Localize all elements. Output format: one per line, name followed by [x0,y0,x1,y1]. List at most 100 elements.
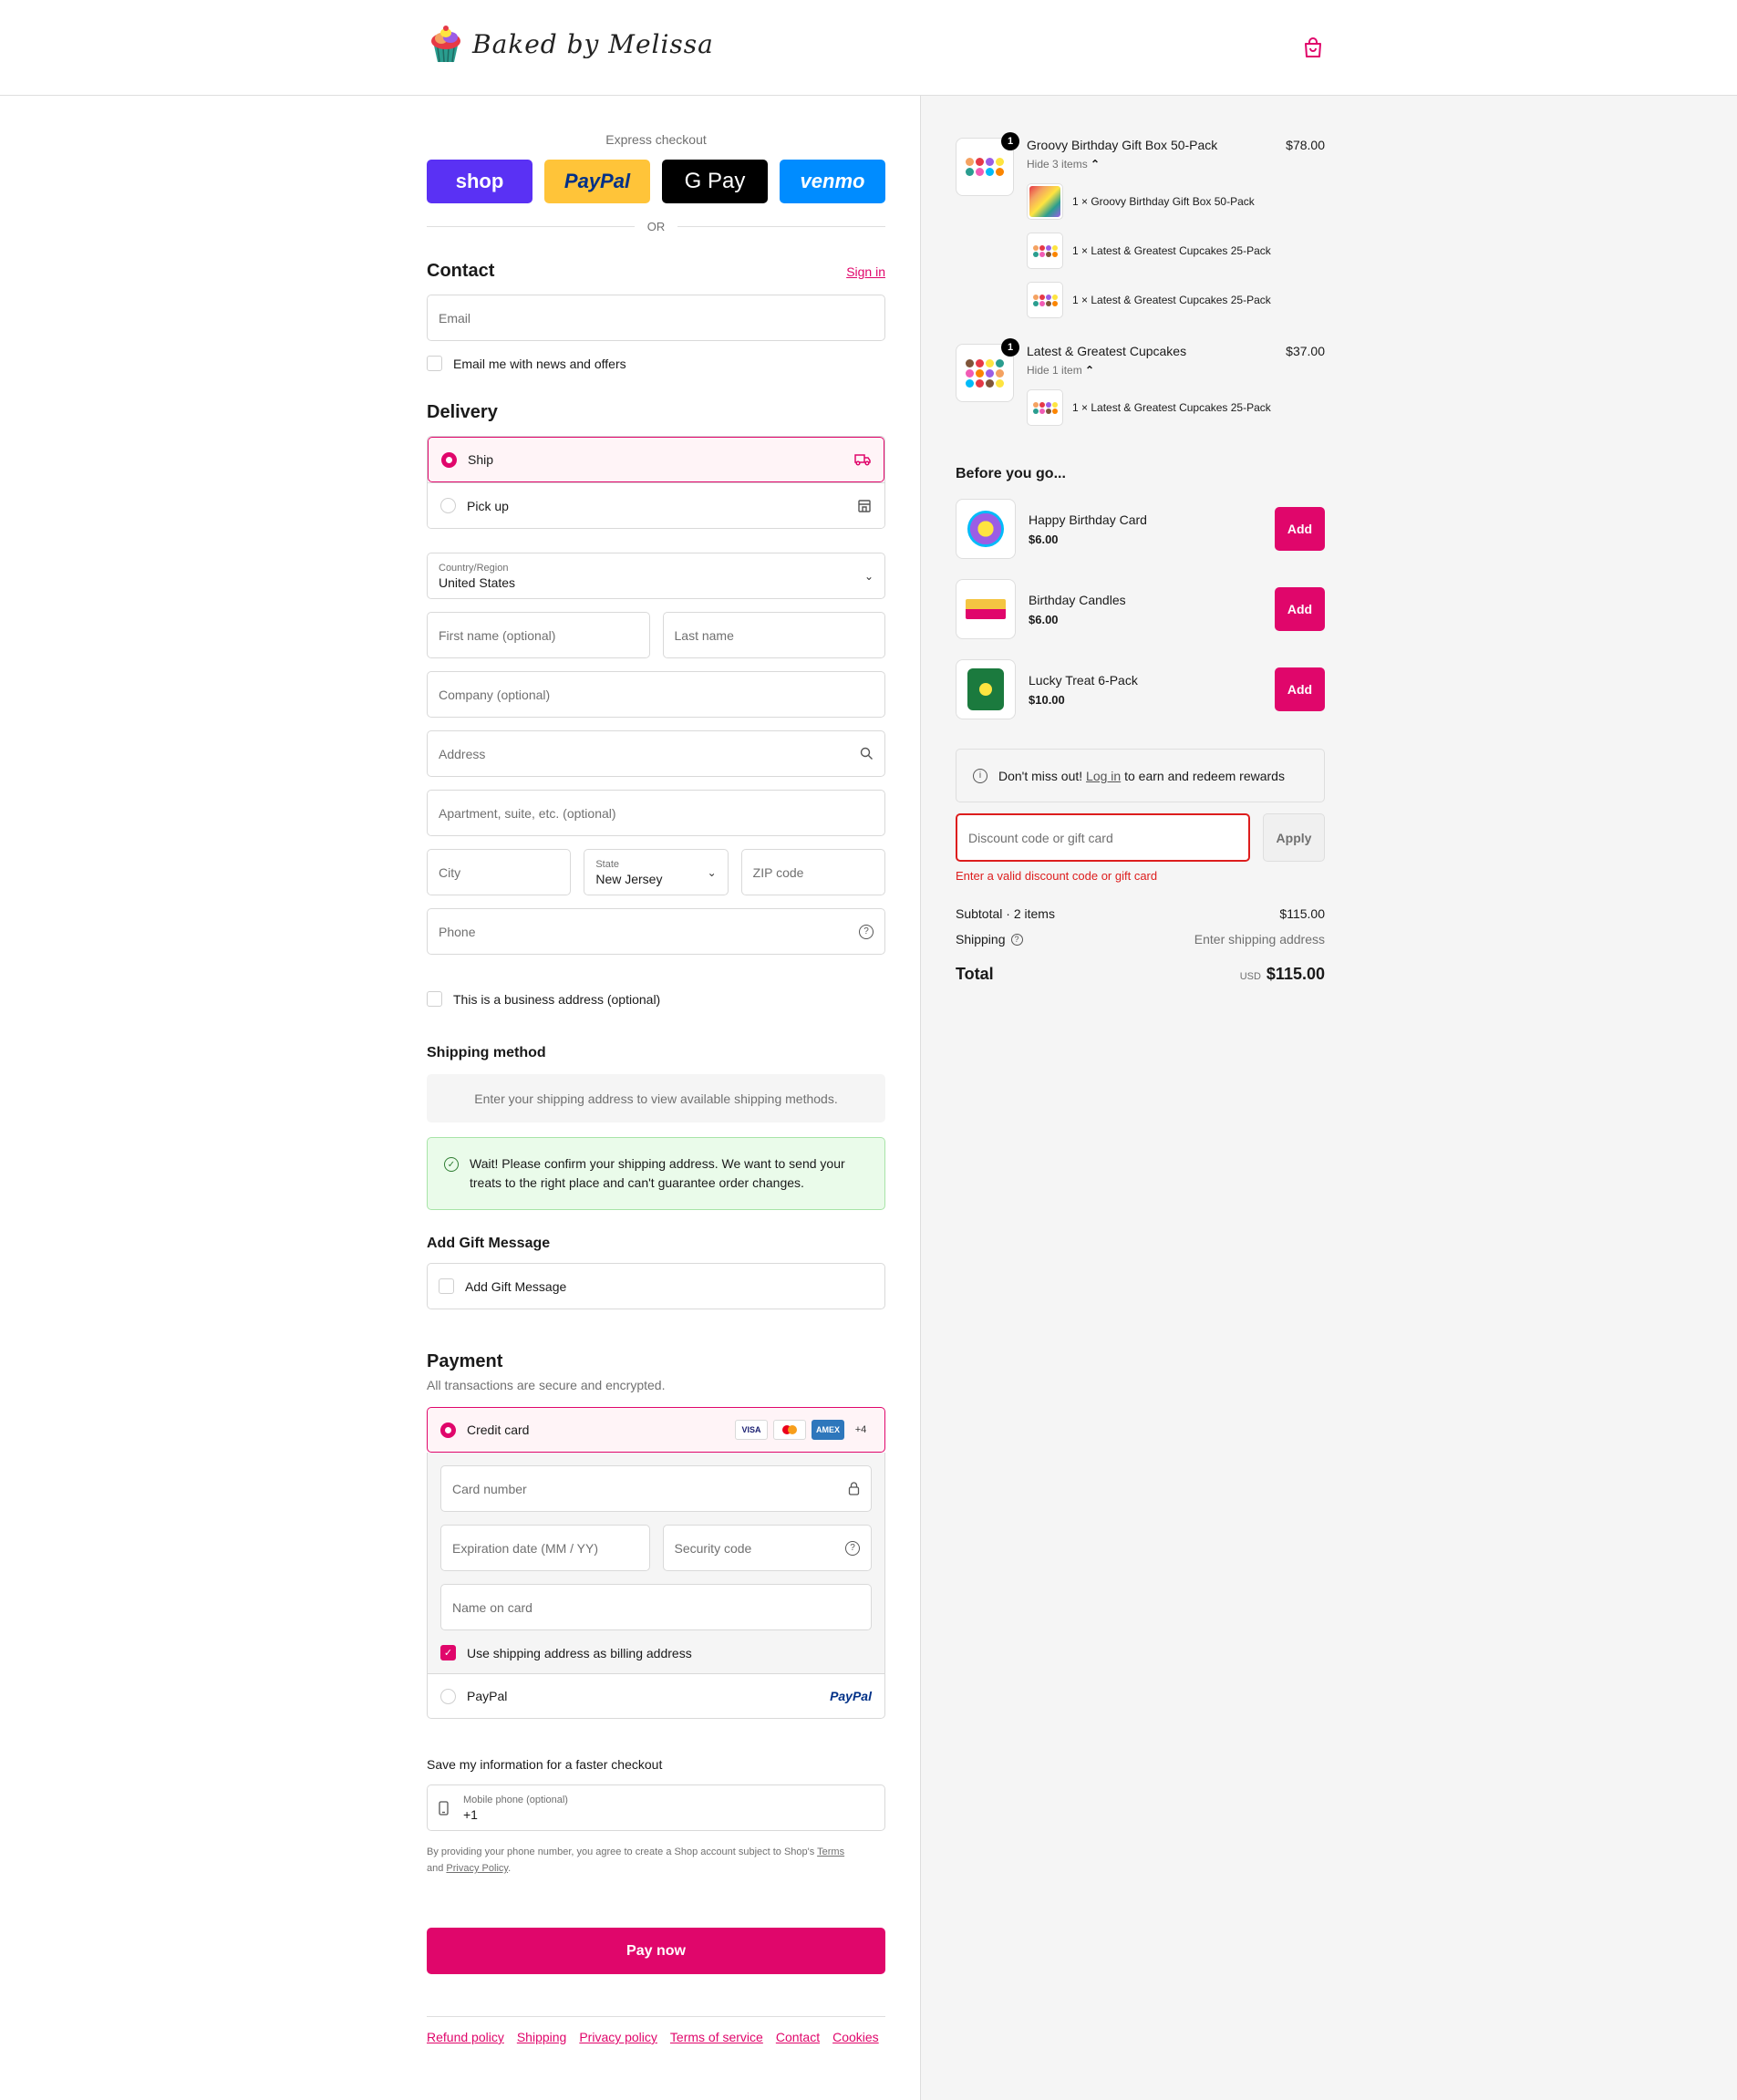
rewards-banner: i Don't miss out! Log in to earn and red… [956,749,1325,802]
security-code-field[interactable]: Security code ? [662,1525,872,1571]
sign-in-link[interactable]: Sign in [846,264,885,279]
ship-radio[interactable] [441,451,457,468]
paypal-button[interactable]: PayPal [544,160,650,203]
phone-field[interactable]: Phone ? [427,908,885,955]
country-select[interactable]: Country/Region United States ⌄ [427,553,885,599]
business-checkbox-row[interactable]: This is a business address (optional) [427,991,885,1007]
terms-link[interactable]: Terms [817,1847,844,1857]
cookies-link[interactable]: Cookies [832,2030,879,2044]
terms-of-service-link[interactable]: Terms of service [670,2030,763,2044]
credit-card-radio[interactable] [440,1422,456,1438]
business-checkbox[interactable] [427,991,442,1007]
credit-card-option[interactable]: Credit card VISA AMEX +4 [427,1407,885,1453]
pickup-radio[interactable] [440,498,456,513]
gift-message-title: Add Gift Message [427,1236,551,1251]
paypal-option[interactable]: PayPal PayPal [427,1673,885,1719]
upsell-name: Lucky Treat 6-Pack [1029,672,1138,688]
shipping-method-message: Enter your shipping address to view avai… [427,1074,885,1122]
paypal-radio[interactable] [440,1688,456,1704]
discount-code-input[interactable]: Discount code or gift card [956,813,1250,862]
delivery-title: Delivery [427,402,498,422]
upsell-item: Lucky Treat 6-Pack $10.00 Add [956,659,1325,719]
product-image: 1 [956,132,1019,196]
zip-field[interactable]: ZIP code [740,849,885,895]
bundle-item-image [1027,282,1063,318]
upsell-price: $6.00 [1029,612,1059,626]
address-field[interactable]: Address [427,730,885,777]
card-brands: VISA AMEX +4 [735,1420,872,1440]
order-summary: 1 Groovy Birthday Gift Box 50-Pack $78.0… [956,96,1325,984]
item-name: Groovy Birthday Gift Box 50-Pack [1027,138,1218,152]
bundle-item: 1 × Latest & Greatest Cupcakes 25-Pack [1027,389,1325,426]
shipping-value: Enter shipping address [1194,932,1325,947]
news-checkbox[interactable] [427,356,442,371]
email-field[interactable]: Email [427,295,885,341]
product-image: 1 [956,338,1019,402]
store-icon [858,499,871,512]
upsell-item: Happy Birthday Card $6.00 Add [956,499,1325,559]
apartment-field[interactable]: Apartment, suite, etc. (optional) [427,790,885,836]
cupcake-logo-icon [431,26,460,63]
help-icon[interactable]: ? [1010,933,1023,946]
brand-name: Baked by Melissa [472,28,714,59]
google-pay-button[interactable]: G Pay [662,160,768,203]
city-field[interactable]: City [427,849,572,895]
bundle-item-image [1027,183,1063,220]
pay-now-button[interactable]: Pay now [427,1928,885,1974]
footer-links: Refund policy Shipping Privacy policy Te… [427,2016,885,2044]
state-select[interactable]: State New Jersey ⌄ [584,849,729,895]
bundle-item-image [1027,389,1063,426]
help-icon[interactable]: ? [845,1540,860,1556]
header: Baked by Melissa [0,0,1737,96]
add-upsell-button[interactable]: Add [1275,507,1325,551]
more-brands-badge: +4 [854,1424,867,1435]
refund-policy-link[interactable]: Refund policy [427,2030,504,2044]
gift-message-checkbox[interactable] [439,1278,454,1294]
quantity-badge: 1 [1001,338,1019,357]
privacy-policy-link[interactable]: Privacy Policy [446,1863,508,1874]
shipping-link[interactable]: Shipping [517,2030,567,2044]
add-upsell-button[interactable]: Add [1275,587,1325,631]
ship-option[interactable]: Ship [428,437,884,482]
mastercard-icon [773,1420,806,1440]
visa-icon: VISA [735,1420,768,1440]
upsell-title: Before you go... [956,466,1066,481]
quantity-badge: 1 [1001,132,1019,150]
address-confirm-notice: ✓ Wait! Please confirm your shipping add… [427,1137,885,1210]
shipping-row: Shipping? Enter shipping address [956,932,1325,947]
subtotal-row: Subtotal · 2 items $115.00 [956,906,1325,921]
item-price: $78.00 [1286,138,1325,152]
upsell-name: Happy Birthday Card [1029,512,1147,527]
shopping-bag-icon[interactable] [1303,36,1323,58]
pickup-option[interactable]: Pick up [428,482,884,528]
truck-icon [854,454,871,466]
help-icon[interactable]: ? [859,924,874,939]
venmo-button[interactable]: venmo [780,160,885,203]
brand-logo[interactable]: Baked by Melissa [429,24,714,64]
shipping-method-title: Shipping method [427,1045,546,1060]
hide-items-toggle[interactable]: Hide 1 item ⌃ [1027,364,1325,377]
card-number-field[interactable]: Card number [440,1465,872,1512]
privacy-policy-footer-link[interactable]: Privacy policy [579,2030,657,2044]
bundle-item: 1 × Groovy Birthday Gift Box 50-Pack [1027,183,1325,220]
save-info-title: Save my information for a faster checkou… [427,1757,663,1772]
shop-pay-button[interactable]: shop [427,160,532,203]
mobile-phone-field[interactable]: Mobile phone (optional) +1 [427,1784,885,1831]
log-in-link[interactable]: Log in [1086,769,1121,783]
apply-discount-button[interactable]: Apply [1263,813,1325,862]
billing-checkbox[interactable]: ✓ [440,1645,456,1660]
add-upsell-button[interactable]: Add [1275,667,1325,711]
billing-checkbox-row[interactable]: ✓ Use shipping address as billing addres… [440,1645,872,1660]
first-name-field[interactable]: First name (optional) [427,612,650,658]
contact-link[interactable]: Contact [776,2030,820,2044]
check-circle-icon: ✓ [444,1157,459,1172]
last-name-field[interactable]: Last name [662,612,885,658]
name-on-card-field[interactable]: Name on card [440,1584,872,1630]
company-field[interactable]: Company (optional) [427,671,885,718]
hide-items-toggle[interactable]: Hide 3 items ⌃ [1027,158,1325,171]
news-checkbox-row[interactable]: Email me with news and offers [427,356,885,371]
expiration-field[interactable]: Expiration date (MM / YY) [440,1525,650,1571]
gift-message-option[interactable]: Add Gift Message [427,1263,885,1309]
chevron-up-icon: ⌃ [1085,364,1095,377]
express-checkout-label: Express checkout [605,132,707,147]
